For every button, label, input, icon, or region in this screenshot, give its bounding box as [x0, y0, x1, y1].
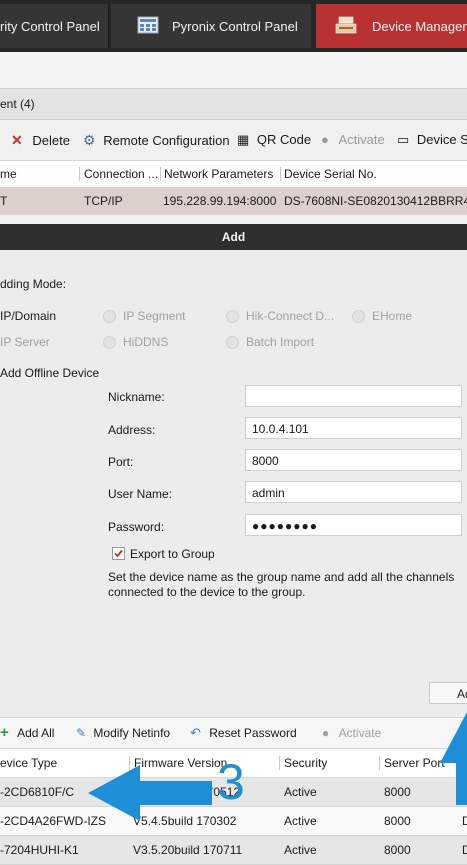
left-arrow-annotation-icon — [88, 765, 212, 821]
step-number-annotation: 3 — [217, 754, 245, 810]
up-arrow-annotation-icon — [440, 712, 467, 805]
annotation-overlay — [88, 712, 467, 821]
